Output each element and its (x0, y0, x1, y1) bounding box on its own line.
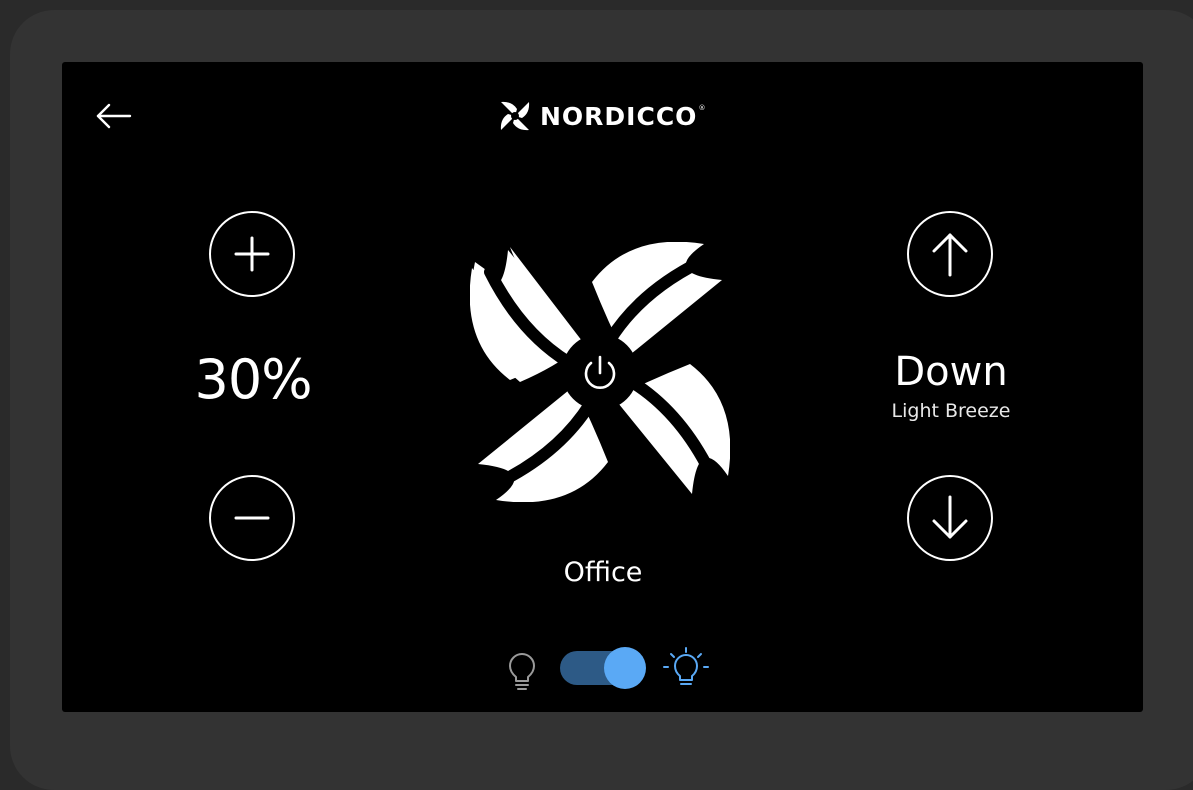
speed-value: 30% (194, 348, 312, 411)
registered-mark: ® (698, 104, 706, 112)
brand-logo: NORDICCO ® (498, 98, 705, 134)
toggle-knob[interactable] (604, 647, 646, 689)
control-screen: NORDICCO ® 30% Office Down Light Breeze (62, 62, 1143, 712)
arrow-down-icon (932, 495, 968, 539)
direction-label: Down (894, 349, 1008, 395)
lightbulb-on-icon (663, 647, 709, 685)
direction-up-button[interactable] (907, 211, 993, 297)
minus-icon (234, 516, 270, 520)
light-toggle[interactable] (560, 647, 648, 689)
speed-increase-button[interactable] (209, 211, 295, 297)
plus-icon (234, 236, 270, 272)
pinwheel-logo-icon (500, 101, 530, 131)
power-icon (584, 355, 616, 390)
arrow-left-icon (96, 103, 132, 129)
arrow-up-icon (932, 233, 968, 277)
direction-down-button[interactable] (907, 475, 993, 561)
speed-decrease-button[interactable] (209, 475, 295, 561)
lightbulb-off-icon (509, 653, 535, 690)
back-button[interactable] (92, 98, 136, 134)
room-name: Office (563, 557, 643, 588)
breeze-mode-label: Light Breeze (891, 400, 1011, 422)
power-button[interactable] (565, 337, 635, 407)
brand-name: NORDICCO (540, 101, 698, 131)
